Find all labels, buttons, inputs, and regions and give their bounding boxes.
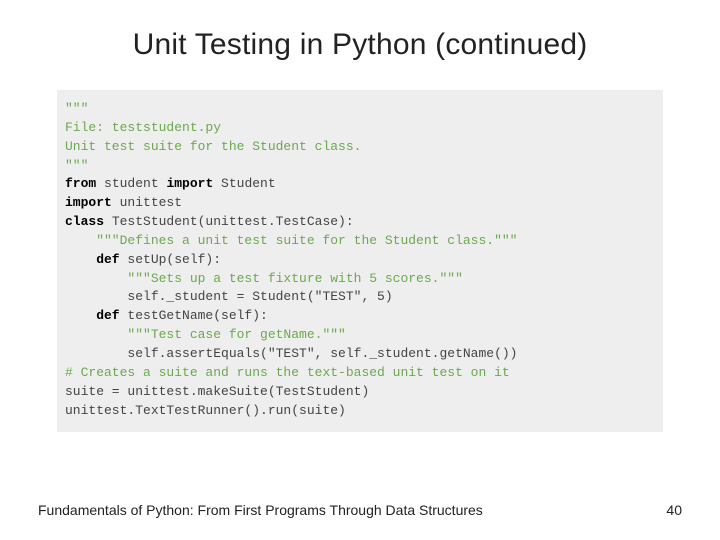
- footer-text: Fundamentals of Python: From First Progr…: [38, 502, 483, 518]
- keyword: def: [65, 252, 120, 267]
- code-line: """: [65, 157, 655, 176]
- slide: Unit Testing in Python (continued) """ F…: [0, 0, 720, 540]
- code-line: unittest.TextTestRunner().run(suite): [65, 402, 655, 421]
- code-line: # Creates a suite and runs the text-base…: [65, 364, 655, 383]
- code-line: def testGetName(self):: [65, 307, 655, 326]
- footer: Fundamentals of Python: From First Progr…: [38, 502, 682, 518]
- code-text: student: [96, 176, 166, 191]
- code-line: """Sets up a test fixture with 5 scores.…: [65, 270, 655, 289]
- keyword: from: [65, 176, 96, 191]
- code-text: Student: [213, 176, 275, 191]
- keyword: import: [166, 176, 213, 191]
- code-text: TestStudent(unittest.TestCase):: [104, 214, 354, 229]
- code-line: self._student = Student("TEST", 5): [65, 288, 655, 307]
- code-text: unittest: [112, 195, 182, 210]
- code-line: File: teststudent.py: [65, 119, 655, 138]
- keyword: class: [65, 214, 104, 229]
- code-line: """Defines a unit test suite for the Stu…: [65, 232, 655, 251]
- code-line: def setUp(self):: [65, 251, 655, 270]
- keyword: def: [65, 308, 120, 323]
- page-number: 40: [666, 502, 682, 518]
- code-line: """Test case for getName.""": [65, 326, 655, 345]
- code-line: import unittest: [65, 194, 655, 213]
- code-line: self.assertEquals("TEST", self._student.…: [65, 345, 655, 364]
- code-text: setUp(self):: [120, 252, 221, 267]
- code-line: class TestStudent(unittest.TestCase):: [65, 213, 655, 232]
- keyword: import: [65, 195, 112, 210]
- code-line: from student import Student: [65, 175, 655, 194]
- slide-title: Unit Testing in Python (continued): [38, 28, 682, 62]
- code-text: testGetName(self):: [120, 308, 268, 323]
- code-block: """ File: teststudent.py Unit test suite…: [57, 90, 663, 432]
- code-line: """: [65, 100, 655, 119]
- code-line: Unit test suite for the Student class.: [65, 138, 655, 157]
- code-line: suite = unittest.makeSuite(TestStudent): [65, 383, 655, 402]
